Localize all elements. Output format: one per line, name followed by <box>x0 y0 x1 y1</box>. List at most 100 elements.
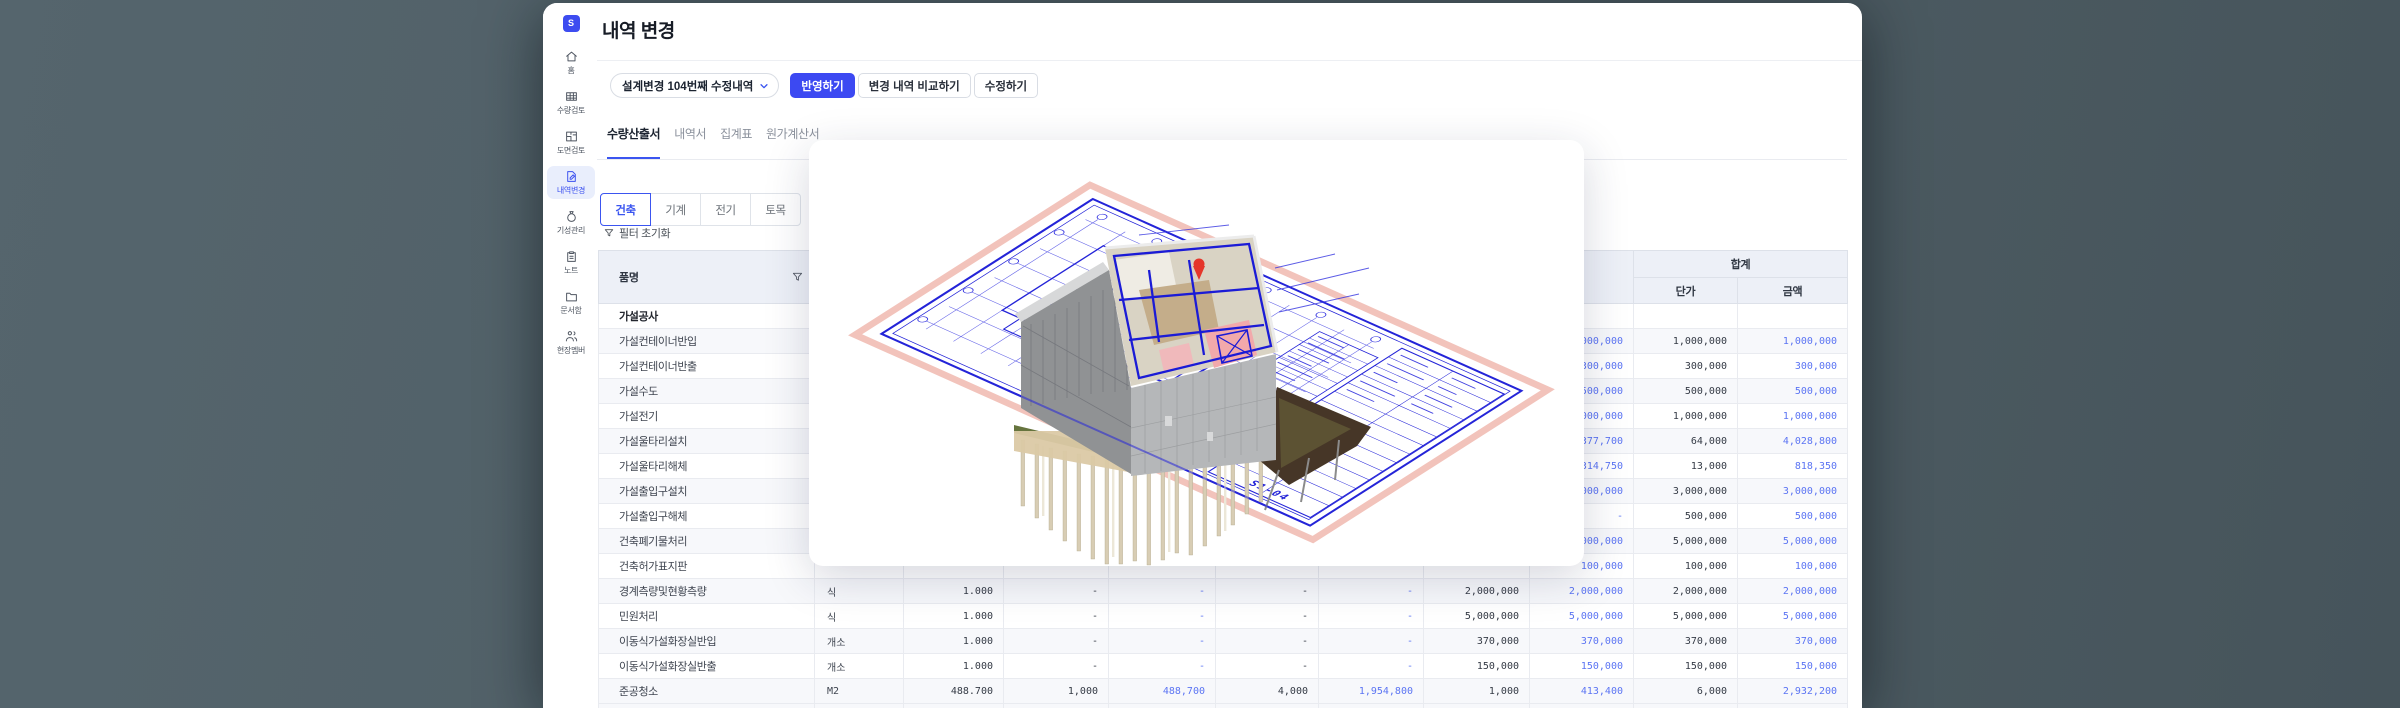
sidebar-item-기성관리[interactable]: 기성관리 <box>547 206 595 239</box>
cell-name: 가설출입구해체 <box>599 504 815 529</box>
edit-button[interactable]: 수정하기 <box>974 73 1038 98</box>
cell-name: 가설공사 <box>599 304 815 329</box>
sidebar-item-문서함[interactable]: 문서함 <box>547 286 595 319</box>
table-row[interactable]: 민원처리식1.000----5,000,0005,000,0005,000,00… <box>599 604 1848 629</box>
cell-empty <box>815 704 904 708</box>
compare-changes-button[interactable]: 변경 내역 비교하기 <box>858 73 971 98</box>
cell-e_price: 370,000 <box>1424 629 1530 654</box>
apply-button[interactable]: 반영하기 <box>790 73 854 98</box>
cell-t_amt: 3,000,000 <box>1738 479 1848 504</box>
sidebar-item-홈[interactable]: 홈 <box>547 46 595 79</box>
discipline-tab-토목[interactable]: 토목 <box>750 193 801 226</box>
cell-name: 준공청소 <box>599 679 815 704</box>
filter-reset-button[interactable]: 필터 초기화 <box>604 225 670 241</box>
cell-empty <box>1530 704 1634 708</box>
money-bag-icon <box>565 210 578 223</box>
table-grid-icon <box>565 90 578 103</box>
app-logo[interactable]: S <box>563 15 580 32</box>
cell-unit: M2 <box>815 679 904 704</box>
cell-t_amt: 5,000,000 <box>1738 604 1848 629</box>
cell-t_amt: 100,000 <box>1738 554 1848 579</box>
cell-l_amt: - <box>1319 629 1424 654</box>
sidebar-item-노트[interactable]: 노트 <box>547 246 595 279</box>
sidebar-item-수량검토[interactable]: 수량검토 <box>547 86 595 119</box>
cell-qty: 1.000 <box>904 654 1004 679</box>
filter-reset-label: 필터 초기화 <box>619 225 670 241</box>
cell-name: 건축폐기물처리 <box>599 529 815 554</box>
sidebar-item-도면검토[interactable]: 도면검토 <box>547 126 595 159</box>
cell-l_price: - <box>1216 579 1319 604</box>
cell-e_amt: 2,000,000 <box>1530 579 1634 604</box>
cell-m_amt: 488,700 <box>1109 679 1216 704</box>
cell-name: 가설출입구설치 <box>599 479 815 504</box>
cell-empty <box>1319 704 1424 708</box>
cell-unit: 개소 <box>815 629 904 654</box>
cell-qty: 488.700 <box>904 679 1004 704</box>
discipline-tab-기계[interactable]: 기계 <box>650 193 701 226</box>
cell-t_amt: 1,000,000 <box>1738 329 1848 354</box>
tab-수량산출서[interactable]: 수량산출서 <box>607 125 660 160</box>
table-row[interactable]: 이동식가설화장실반출개소1.000----150,000150,000150,0… <box>599 654 1848 679</box>
cell-t_price: 3,000,000 <box>1634 479 1738 504</box>
revision-dropdown[interactable]: 설계변경 104번째 수정내역 <box>610 73 779 98</box>
cell-t_amt: 300,000 <box>1738 354 1848 379</box>
people-icon <box>565 330 578 343</box>
sidebar-item-label: 수량검토 <box>547 105 595 116</box>
table-row <box>599 704 1848 708</box>
sidebar-item-label: 기성관리 <box>547 225 595 236</box>
tab-내역서[interactable]: 내역서 <box>674 125 706 160</box>
cell-t_amt: 150,000 <box>1738 654 1848 679</box>
cell-t_price: 500,000 <box>1634 504 1738 529</box>
cell-t_amt: 4,028,800 <box>1738 429 1848 454</box>
cell-e_amt: 413,400 <box>1530 679 1634 704</box>
cell-m_price: - <box>1004 579 1109 604</box>
cell-t_amt: 370,000 <box>1738 629 1848 654</box>
column-header-name[interactable]: 품명 <box>599 251 815 304</box>
cell-m_price: 1,000 <box>1004 679 1109 704</box>
cell-e_price: 2,000,000 <box>1424 579 1530 604</box>
cell-name: 민원처리 <box>599 604 815 629</box>
cell-name: 이동식가설화장실반입 <box>599 629 815 654</box>
sidebar-nav: 홈수량검토도면검토내역변경기성관리노트문서함현장멤버 <box>543 46 599 359</box>
sidebar-item-현장멤버[interactable]: 현장멤버 <box>547 326 595 359</box>
column-header-amount[interactable]: 금액 <box>1738 278 1848 304</box>
cell-t_price: 1,000,000 <box>1634 404 1738 429</box>
sidebar-item-내역변경[interactable]: 내역변경 <box>547 166 595 199</box>
cell-l_price: - <box>1216 654 1319 679</box>
tab-집계표[interactable]: 집계표 <box>720 125 752 160</box>
column-group-total[interactable]: 합계 <box>1634 251 1848 278</box>
funnel-icon <box>604 228 614 238</box>
bim-model-preview-card[interactable]: S1-04 <box>809 140 1584 566</box>
column-header-unit-price[interactable]: 단가 <box>1634 278 1738 304</box>
cell-e_amt: 150,000 <box>1530 654 1634 679</box>
table-row[interactable]: 이동식가설화장실반입개소1.000----370,000370,000370,0… <box>599 629 1848 654</box>
bim-3d-model-image: S1-04 <box>809 140 1584 566</box>
cell-l_amt: - <box>1319 654 1424 679</box>
toolbar: 설계변경 104번째 수정내역 반영하기 변경 내역 비교하기 수정하기 <box>610 73 1038 98</box>
cell-name: 가설컨테이너반출 <box>599 354 815 379</box>
cell-t_price: 150,000 <box>1634 654 1738 679</box>
cell-t_amt: 500,000 <box>1738 379 1848 404</box>
cell-t_price: 300,000 <box>1634 354 1738 379</box>
cell-name: 가설울타리설치 <box>599 429 815 454</box>
cell-t_price <box>1634 304 1738 329</box>
table-row[interactable]: 경계측량및현황측량식1.000----2,000,0002,000,0002,0… <box>599 579 1848 604</box>
discipline-tabs: 건축기계전기토목 <box>600 193 801 226</box>
document-tabs: 수량산출서내역서집계표원가계산서 <box>607 125 819 160</box>
folder-icon <box>565 290 578 303</box>
cell-t_price: 6,000 <box>1634 679 1738 704</box>
funnel-icon[interactable] <box>792 272 803 283</box>
cell-e_price: 150,000 <box>1424 654 1530 679</box>
discipline-tab-전기[interactable]: 전기 <box>700 193 751 226</box>
cell-t_amt: 5,000,000 <box>1738 529 1848 554</box>
cell-name: 가설컨테이너반입 <box>599 329 815 354</box>
revision-dropdown-label: 설계변경 104번째 수정내역 <box>622 78 753 94</box>
cell-t_price: 100,000 <box>1634 554 1738 579</box>
cell-e_amt: 5,000,000 <box>1530 604 1634 629</box>
discipline-tab-건축[interactable]: 건축 <box>600 193 651 226</box>
cell-name: 가설전기 <box>599 404 815 429</box>
cell-empty <box>1216 704 1319 708</box>
cell-m_amt: - <box>1109 604 1216 629</box>
table-row[interactable]: 준공청소M2488.7001,000488,7004,0001,954,8001… <box>599 679 1848 704</box>
cell-name: 가설울타리해체 <box>599 454 815 479</box>
